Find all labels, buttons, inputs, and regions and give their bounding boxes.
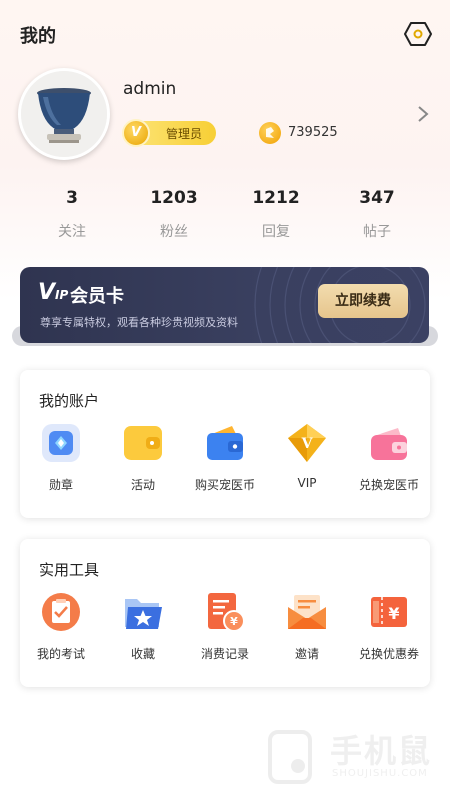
profile-card[interactable]: admin V 管理员 739525 <box>0 60 450 170</box>
vip-card[interactable]: VIP 会员卡 尊享专属特权，观看各种珍贵视频及资料 立即续费 <box>20 267 429 343</box>
avatar[interactable] <box>18 68 110 160</box>
favorites-folder-icon <box>122 591 164 633</box>
stats-row: 3 关注 1203 粉丝 1212 回复 347 帖子 <box>0 186 450 246</box>
svg-text:V: V <box>301 436 314 452</box>
watermark-text: 手机鼠 <box>330 732 433 770</box>
account-item-exchange-coins[interactable]: 兑换宠医币 <box>348 422 430 502</box>
username: admin <box>123 79 177 99</box>
settings-button[interactable] <box>404 21 432 47</box>
account-item-buy-coins[interactable]: 购买宠医币 <box>184 422 266 502</box>
stat-label: 帖子 <box>363 224 391 240</box>
vip-title: 会员卡 <box>70 286 124 307</box>
svg-text:¥: ¥ <box>388 604 399 623</box>
stat-value: 1203 <box>150 188 198 208</box>
stat-value: 1212 <box>252 188 300 208</box>
section-title: 实用工具 <box>39 561 100 579</box>
tool-item-invite[interactable]: 邀请 <box>266 591 348 671</box>
tool-item-consumption-record[interactable]: ¥ 消费记录 <box>184 591 266 671</box>
tool-item-favorites[interactable]: 收藏 <box>102 591 184 671</box>
account-section: 我的账户 勋章 活动 购买宠医币 V VIP 兑换宠医币 <box>20 370 430 518</box>
page-title: 我的 <box>20 26 56 47</box>
account-item-medal[interactable]: 勋章 <box>20 422 102 502</box>
grid-label: 兑换宠医币 <box>358 478 419 492</box>
stat-label: 回复 <box>262 224 290 240</box>
account-item-activity[interactable]: 活动 <box>102 422 184 502</box>
svg-text:¥: ¥ <box>230 615 238 628</box>
chevron-right-icon[interactable] <box>416 104 430 124</box>
activity-wallet-icon <box>122 422 164 464</box>
consumption-record-icon: ¥ <box>204 591 246 633</box>
v-badge-icon: V <box>122 119 150 147</box>
wallet-icon <box>204 422 246 464</box>
vip-diamond-icon: V <box>286 422 328 464</box>
tool-item-exam[interactable]: 我的考试 <box>20 591 102 671</box>
grid-label: 兑换优惠券 <box>358 647 419 661</box>
role-label: 管理员 <box>166 127 203 141</box>
settings-hexagon-icon <box>404 22 432 46</box>
account-item-vip[interactable]: V VIP <box>266 422 348 502</box>
role-badge: V 管理员 <box>122 119 216 147</box>
stat-replies[interactable]: 1212 回复 <box>224 186 328 241</box>
vip-description: 尊享专属特权，观看各种珍贵视频及资料 <box>40 316 238 329</box>
tools-section: 实用工具 我的考试 收藏 ¥ 消费记录 邀请 ¥ 兑换优惠券 <box>20 539 430 687</box>
exchange-wallet-icon <box>368 422 410 464</box>
stat-posts[interactable]: 347 帖子 <box>325 186 429 241</box>
stat-value: 347 <box>359 188 395 208</box>
watermark-subtext: SHOUJISHU.COM <box>332 768 428 779</box>
exam-icon <box>40 591 82 633</box>
tool-item-coupon[interactable]: ¥ 兑换优惠券 <box>348 591 430 671</box>
stat-followers[interactable]: 1203 粉丝 <box>122 186 226 241</box>
watermark-logo-icon <box>268 730 312 784</box>
coupon-icon: ¥ <box>368 591 410 633</box>
medal-icon <box>40 422 82 464</box>
section-title: 我的账户 <box>39 392 100 410</box>
stat-following[interactable]: 3 关注 <box>20 186 124 241</box>
stat-label: 粉丝 <box>160 224 188 240</box>
header: 我的 <box>0 0 450 68</box>
vase-avatar-image <box>21 71 107 157</box>
renew-button[interactable]: 立即续费 <box>318 284 408 318</box>
coin-icon <box>259 122 281 144</box>
watermark: 手机鼠 SHOUJISHU.COM <box>266 726 436 786</box>
vip-logo: VIP <box>38 280 69 305</box>
stat-value: 3 <box>66 188 78 208</box>
coin-balance: 739525 <box>288 125 338 140</box>
invite-envelope-icon <box>286 591 328 633</box>
stat-label: 关注 <box>58 224 86 240</box>
